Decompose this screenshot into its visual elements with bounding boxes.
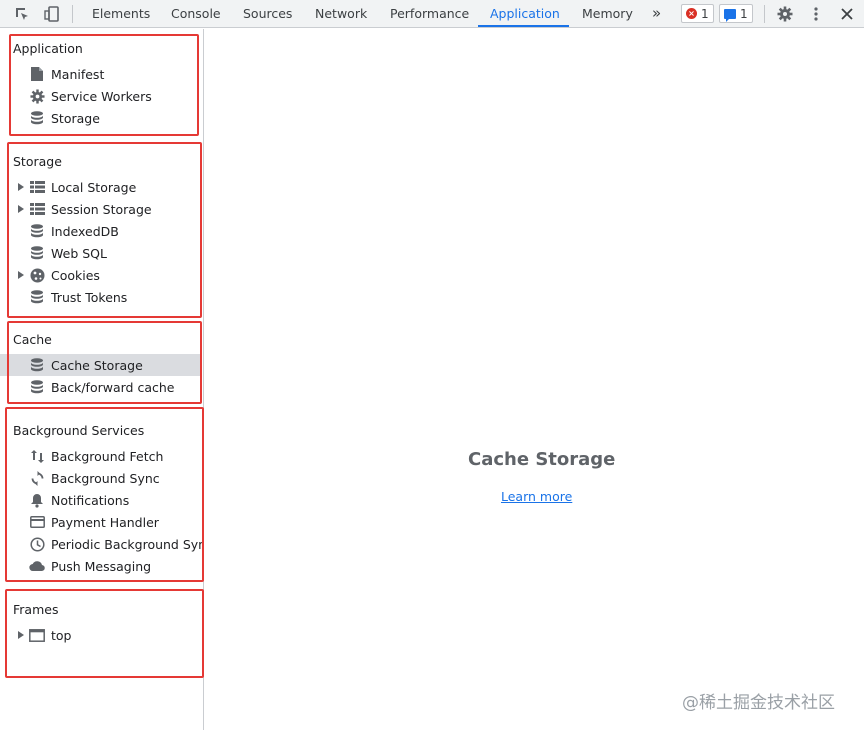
inspect-element-icon[interactable] [12, 4, 32, 24]
settings-gear-icon[interactable] [775, 4, 795, 24]
highlight-box [7, 321, 202, 404]
message-count: 1 [740, 6, 748, 21]
error-count: 1 [701, 6, 709, 21]
error-count-badge[interactable]: × 1 [681, 4, 714, 23]
highlight-box [7, 142, 202, 318]
tab-application[interactable]: Application [490, 0, 560, 28]
message-icon [724, 8, 736, 22]
highlight-box [9, 34, 199, 136]
highlight-box [5, 589, 204, 678]
tab-elements[interactable]: Elements [92, 0, 150, 28]
tab-performance[interactable]: Performance [390, 0, 469, 28]
tab-network[interactable]: Network [315, 0, 367, 28]
highlight-box [5, 407, 204, 582]
active-tab-indicator [478, 25, 569, 27]
tab-sources[interactable]: Sources [243, 0, 292, 28]
kebab-menu-icon[interactable] [806, 4, 826, 24]
close-icon[interactable] [837, 4, 857, 24]
device-toolbar-icon[interactable] [42, 4, 62, 24]
tab-console[interactable]: Console [171, 0, 221, 28]
toolbar-divider [72, 5, 73, 23]
error-icon: × [686, 8, 697, 19]
watermark-text: @稀土掘金技术社区 [682, 693, 835, 713]
page-title: Cache Storage [468, 449, 616, 470]
devtools-toolbar: Elements Console Sources Network Perform… [0, 0, 864, 28]
tab-memory[interactable]: Memory [582, 0, 633, 28]
toolbar-divider [764, 5, 765, 23]
learn-more-link[interactable]: Learn more [501, 489, 572, 504]
application-sidebar: Application Manifest Service Workers Sto… [0, 29, 204, 730]
more-tabs-button[interactable]: » [652, 0, 661, 28]
message-count-badge[interactable]: 1 [719, 4, 753, 23]
